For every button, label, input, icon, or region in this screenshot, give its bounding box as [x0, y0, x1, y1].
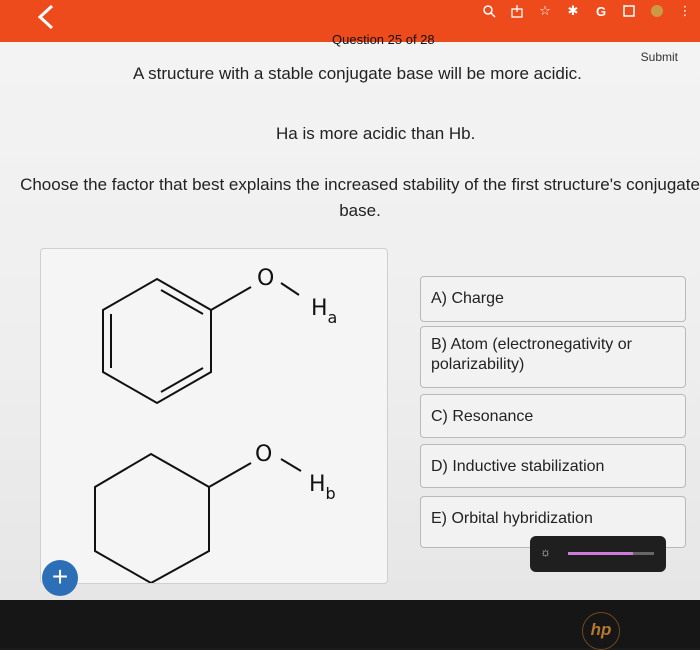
- profile-icon[interactable]: [650, 4, 664, 18]
- menu-icon[interactable]: ⋮: [678, 3, 692, 18]
- g-icon[interactable]: G: [594, 4, 608, 19]
- star-icon[interactable]: ☆: [538, 3, 552, 18]
- chevron-left-icon[interactable]: [32, 2, 72, 36]
- share-icon[interactable]: [510, 4, 524, 18]
- hydrogen-label-b: Hb: [309, 472, 336, 503]
- benzene-structure: [102, 277, 300, 405]
- sun-icon: ☼: [540, 545, 551, 559]
- app-screen: ☆ ✱ G ⋮ Question 25 of 28 Submit A struc…: [0, 0, 700, 600]
- oxygen-label-top: O: [257, 266, 274, 291]
- brightness-slider[interactable]: ☼: [530, 536, 666, 572]
- zoom-in-button[interactable]: +: [42, 560, 78, 596]
- option-a-button[interactable]: A) Charge: [420, 276, 686, 322]
- brightness-fill: [568, 552, 633, 555]
- window-icon[interactable]: [622, 4, 636, 18]
- oxygen-label-bottom: O: [255, 442, 272, 467]
- prompt-line-3: Choose the factor that best explains the…: [20, 175, 700, 220]
- brightness-track[interactable]: [568, 552, 654, 555]
- option-b-button[interactable]: B) Atom (electronegativity or polarizabi…: [420, 326, 686, 388]
- cyclohexane-structure: [94, 452, 302, 583]
- structures-card: O Ha O Hb: [40, 248, 388, 584]
- prompt-line-2: Ha is more acidic than Hb.: [276, 124, 476, 143]
- molecule-drawings: O Ha O Hb: [94, 266, 337, 583]
- question-count: Question 25 of 28: [332, 32, 435, 47]
- hydrogen-label-a: Ha: [311, 296, 337, 327]
- search-icon[interactable]: [482, 4, 496, 18]
- prompt-line-1: A structure with a stable conjugate base…: [133, 64, 582, 83]
- extension-icon[interactable]: ✱: [566, 3, 580, 18]
- browser-toolbar: ☆ ✱ G ⋮: [482, 0, 692, 22]
- option-c-button[interactable]: C) Resonance: [420, 394, 686, 438]
- submit-button[interactable]: Submit: [641, 50, 678, 64]
- option-d-button[interactable]: D) Inductive stabilization: [420, 444, 686, 488]
- hp-logo: hp: [582, 612, 620, 650]
